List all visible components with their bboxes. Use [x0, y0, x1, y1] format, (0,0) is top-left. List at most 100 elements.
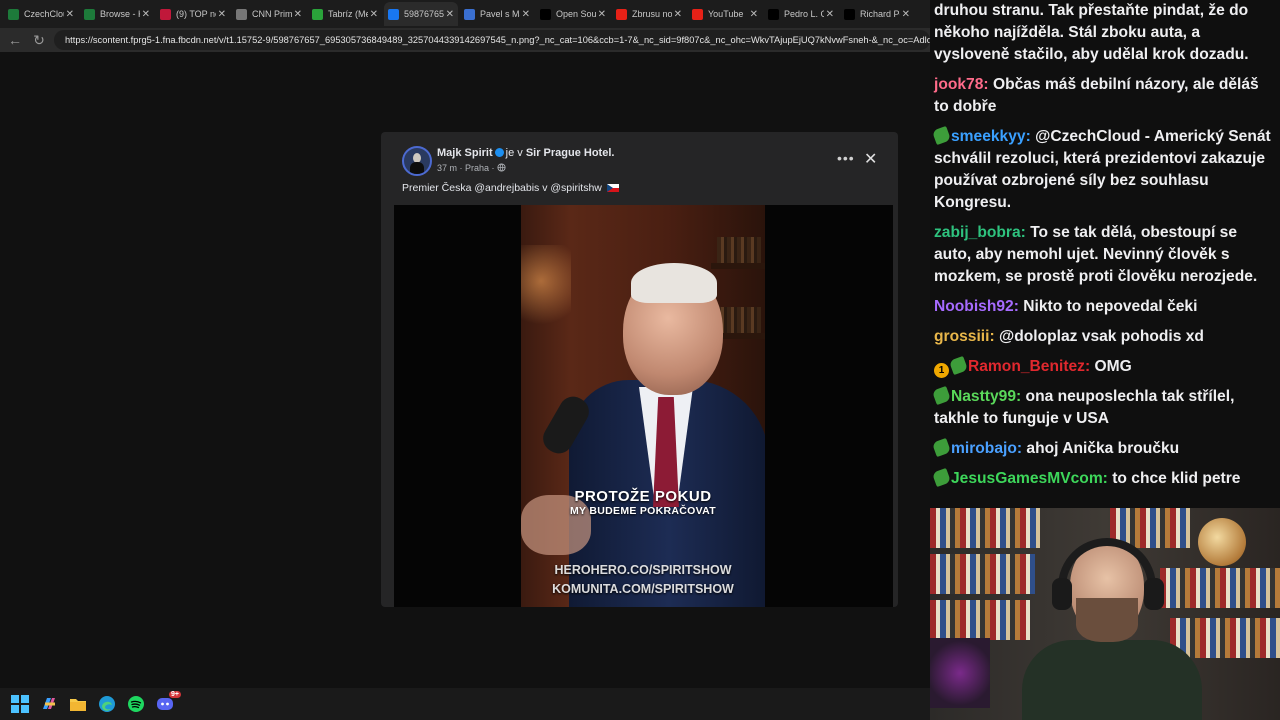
chat-message: JesusGamesMVcom: to chce klid petre [931, 467, 1276, 490]
post-caption: Premier Česka @andrejbabis v @spiritshw [402, 182, 619, 194]
tab-bar: CzechClou✕Browse - K✕(9) TOP ne✕CNN Prim… [0, 0, 930, 28]
tab-close-icon[interactable]: ✕ [142, 9, 150, 20]
browser-tab[interactable]: YouTube ✕ [688, 2, 762, 26]
discord-notification-badge: 9+ [169, 691, 181, 698]
address-bar: ← ↻ https://scontent.fprg5-1.fna.fbcdn.n… [0, 28, 930, 52]
place-name[interactable]: Sir Prague Hotel. [526, 147, 615, 159]
post-meta-text: 37 m · Praha · [437, 163, 495, 173]
post-caption-text: Premier Česka @andrejbabis v @spiritshw [402, 182, 602, 194]
chat-message: smeekkyy: @CzechCloud - Americký Senát s… [931, 125, 1276, 214]
author-line: Majk Spirit je v Sir Prague Hotel. [437, 147, 614, 159]
chat-text: ahoj Anička broučku [1026, 440, 1180, 457]
chat-username[interactable]: zabij_bobra: [934, 224, 1026, 241]
chat-text: @doloplaz vsak pohodis xd [999, 328, 1204, 345]
browser-tab[interactable]: (9) TOP ne✕ [156, 2, 230, 26]
browser-tab[interactable]: 598767657✕ [384, 2, 458, 26]
browser-tab[interactable]: Browse - K✕ [80, 2, 154, 26]
browser-tab[interactable]: Pedro L. G ✕ [764, 2, 838, 26]
tab-label: Pedro L. G [784, 9, 824, 19]
browser-tab[interactable]: Richard Pe✕ [840, 2, 914, 26]
spotify-icon[interactable] [126, 694, 146, 714]
more-options-icon[interactable]: ••• [837, 150, 855, 166]
tab-close-icon[interactable]: ✕ [674, 9, 682, 20]
chat-username[interactable]: Nastty99: [951, 388, 1021, 405]
tab-close-icon[interactable]: ✕ [522, 9, 530, 20]
chat-text: to chce klid petre [1112, 470, 1241, 487]
tab-close-icon[interactable]: ✕ [598, 9, 606, 20]
copilot-icon[interactable] [39, 694, 59, 714]
chat-message: 1 Ramon_Benitez: OMG [934, 355, 1276, 378]
chat-username[interactable]: mirobajo: [951, 440, 1022, 457]
x-icon [540, 8, 551, 20]
tab-close-icon[interactable]: ✕ [370, 9, 378, 20]
tab-label: Pavel s Ma [480, 9, 520, 19]
chat-message: zabij_bobra: To se tak dělá, obestoupí s… [934, 222, 1276, 288]
tab-label: (9) TOP ne [176, 9, 216, 19]
youtube-icon [616, 8, 627, 20]
tab-close-icon[interactable]: ✕ [902, 9, 910, 20]
watermark-line-1: HEROHERO.CO/SPIRITSHOW [554, 563, 732, 577]
tab-label: CNN Prima [252, 9, 292, 19]
tab-close-icon[interactable]: ✕ [826, 9, 834, 20]
globe-icon [497, 163, 506, 172]
chat-username[interactable]: Ramon_Benitez: [968, 358, 1090, 375]
chat-message: Noobish92: Nikto to nepovedal čeki [934, 296, 1276, 318]
file-explorer-icon[interactable] [68, 694, 88, 714]
tab-label: 598767657 [404, 9, 444, 19]
tab-close-icon[interactable]: ✕ [294, 9, 302, 20]
avatar[interactable] [402, 146, 432, 176]
browser-tab[interactable]: Open Sou ✕ [536, 2, 610, 26]
globe-decoration [1198, 518, 1246, 566]
streamer-figure [1022, 640, 1202, 720]
windows-start-icon[interactable] [10, 694, 30, 714]
video-subtitle: PROTOŽE POKUD MY BUDEME POKRAČOVAT [521, 488, 765, 517]
reload-icon[interactable]: ↻ [30, 32, 48, 49]
record-icon [160, 8, 171, 20]
x-icon [844, 8, 855, 20]
browser-tab[interactable]: CNN Prima✕ [232, 2, 306, 26]
stream-chat: druhou stranu. Tak přestaňte pindat, že … [930, 0, 1280, 508]
chat-username[interactable]: Noobish92: [934, 298, 1019, 315]
browser-tab[interactable]: CzechClou✕ [4, 2, 78, 26]
chat-message: Nastty99: ona neuposlechla tak střílel, … [931, 385, 1276, 430]
excel-icon [8, 8, 19, 20]
gem-badge-icon [931, 467, 952, 488]
chat-username[interactable]: smeekkyy: [951, 128, 1031, 145]
youtube-icon [692, 8, 703, 20]
tab-close-icon[interactable]: ✕ [218, 9, 226, 20]
close-icon[interactable]: ✕ [864, 149, 877, 169]
edge-icon[interactable] [97, 694, 117, 714]
post-viewer: Majk Spirit je v Sir Prague Hotel. 37 m ·… [381, 132, 898, 607]
tab-close-icon[interactable]: ✕ [750, 9, 758, 20]
author-name[interactable]: Majk Spirit [437, 147, 493, 159]
tab-close-icon[interactable]: ✕ [66, 9, 74, 20]
browser-tab[interactable]: Tabríz (Me ✕ [308, 2, 382, 26]
headphones-icon [1058, 538, 1156, 608]
post-video[interactable]: PROTOŽE POKUD MY BUDEME POKRAČOVAT HEROH… [394, 205, 893, 607]
url-field[interactable]: https://scontent.fprg5-1.fna.fbcdn.net/v… [54, 30, 930, 50]
subtitle-line-1: PROTOŽE POKUD [574, 488, 712, 505]
facebook-icon [388, 8, 399, 20]
m-icon [312, 8, 323, 20]
back-arrow-icon[interactable]: ← [6, 32, 24, 48]
tab-label: Open Sou [556, 9, 596, 19]
chat-username[interactable]: grossiii: [934, 328, 995, 345]
gem-badge-icon [931, 385, 952, 406]
tab-close-icon[interactable]: ✕ [446, 9, 454, 20]
czech-flag-icon [606, 184, 619, 192]
with-word: je v [505, 147, 523, 159]
watermark-line-2: KOMUNITA.COM/SPIRITSHOW [552, 582, 734, 596]
chat-username[interactable]: JesusGamesMVcom: [951, 470, 1108, 487]
browser-tab[interactable]: Zbrusu no ✕ [612, 2, 686, 26]
chat-username[interactable]: jook78: [934, 76, 989, 93]
url-text: https://scontent.fprg5-1.fna.fbcdn.net/v… [65, 35, 930, 45]
x-icon [768, 8, 779, 20]
excel-icon [84, 8, 95, 20]
tab-label: Browse - K [100, 9, 140, 19]
discord-icon[interactable]: 9+ [155, 691, 181, 714]
browser-tab[interactable]: Pavel s Ma✕ [460, 2, 534, 26]
tab-label: YouTube [708, 9, 744, 19]
tab-label: CzechClou [24, 9, 64, 19]
chat-message: jook78: Občas máš debilní názory, ale dě… [934, 74, 1276, 118]
chat-message: druhou stranu. Tak přestaňte pindat, že … [934, 0, 1276, 66]
